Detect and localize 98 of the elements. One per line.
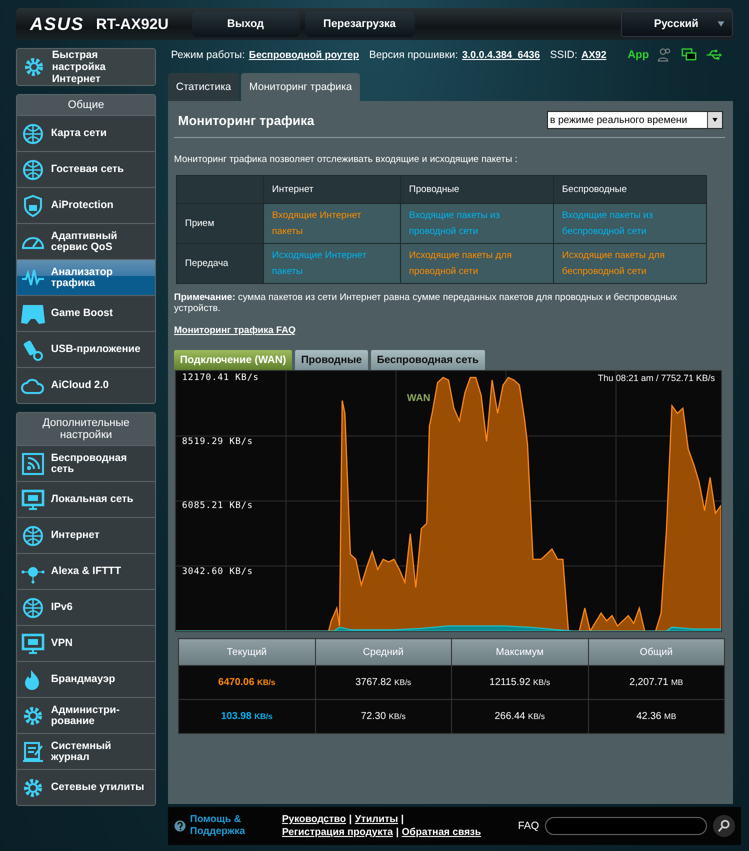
description: Мониторинг трафика позволяет отслеживать входящие и исходящие пакеты : [174,154,518,165]
search-icon [717,819,731,833]
table-cell: 103.98 KB/s [178,700,315,734]
sidebar-item[interactable]: VPN [17,625,155,661]
faq-search-field[interactable] [545,817,707,835]
table-cell: 42.36 MB [588,700,724,734]
sidebar-item[interactable]: Администри-рование [17,697,155,733]
document-icon [21,740,45,764]
monitors-icon [681,47,697,63]
table-cell: 2,207.71 MB [588,666,724,700]
column-header: Интернет [264,176,400,204]
sidebar-item[interactable]: Беспроводная сеть [17,445,155,481]
table-cell: Исходящие пакеты для беспроводной сети [554,244,706,284]
faq-link[interactable]: Мониторинг трафика FAQ [174,325,296,336]
note-text: Примечание: сумма пакетов из сети Интернет равна сумме переданных пакетов для проводных и беспроводных устройств. [174,292,678,314]
chart-tab[interactable]: Беспроводная сеть [370,350,485,370]
people-icon [657,47,673,63]
mode-label: Режим работы: [171,49,245,61]
timestamp-label: Thu 08:21 am / 7752.71 KB/s [598,373,715,383]
faq-label: FAQ [518,820,539,832]
sidebar-item[interactable]: AiCloud 2.0 [17,367,155,403]
search-button[interactable] [713,815,735,837]
column-header: Беспроводные [554,176,706,204]
sidebar-item[interactable]: Интернет [17,517,155,553]
axis-label: 8519.29 KB/s [182,437,254,447]
sidebar-item[interactable]: Карта сети [17,115,155,151]
column-header: Текущий [178,638,315,666]
table-cell: 72.30 KB/s [315,700,452,734]
footer-link[interactable]: Руководство [282,814,346,825]
monitor-icon [21,632,45,656]
sidebar-item[interactable]: USB-приложение [17,331,155,367]
sidebar-item[interactable]: Системный журнал [17,733,155,769]
panel-title: Мониторинг трафика [178,112,314,128]
quick-setup-button[interactable]: Быстрая настройка Интернет [16,48,156,86]
table-cell: Исходящие пакеты для проводной сети [400,244,554,284]
table-cell: 266.44 KB/s [452,700,588,734]
footer-link[interactable]: Обратная связь [402,827,482,838]
table-cell: 12115.92 KB/s [452,666,588,700]
series-label: WAN [407,393,430,404]
language-dropdown[interactable]: Русский [621,11,733,37]
shield-icon [21,194,45,218]
sidebar-item[interactable]: AiProtection [17,187,155,223]
tab[interactable]: Мониторинг трафика [241,73,360,101]
caret-icon [711,117,719,123]
sidebar-item[interactable]: Alexa & IFTTT [17,553,155,589]
table-cell: 3767.82 KB/s [315,666,452,700]
globe-icon [21,122,45,146]
footer-link[interactable]: Регистрация продукта [282,827,393,838]
section-title: Дополнительные настройки [17,413,155,445]
row-header: Передача [176,244,264,284]
axis-label: 3042.60 KB/s [182,567,254,577]
reboot-button[interactable]: Перезагрузка [304,11,415,37]
mode-link[interactable]: Беспроводной роутер [248,50,360,60]
sidebar-item[interactable]: IPv6 [17,589,155,625]
axis-label: 6085.21 KB/s [182,501,254,511]
sidebar-item[interactable]: Анализатор трафика [17,259,155,295]
sidebar-item[interactable]: Брандмауэр [17,661,155,697]
ssid-link[interactable]: AX92 [581,50,606,60]
table-cell: 6470.06 KB/s [178,666,315,700]
model-name: RT-AX92U [96,16,169,32]
tab[interactable]: Статистика [168,73,240,101]
sidebar-item[interactable]: Локальная сеть [17,481,155,517]
table-cell: Входящие Интернет пакеты [264,204,400,244]
help-link[interactable]: Помощь & Поддержка [190,814,270,838]
firmware-link[interactable]: 3.0.0.4.384_6436 [462,50,540,60]
table-cell: Входящие пакеты из проводной сети [400,204,554,244]
sidebar-item[interactable]: Сетевые утилиты [17,769,155,805]
gear-icon [22,55,46,79]
table-cell: Входящие пакеты из беспроводной сети [554,204,706,244]
firmware-label: Версия прошивки: [369,49,458,61]
section-title: Общие [17,95,155,115]
caret-icon [716,20,726,28]
logo: ASUS [30,14,84,34]
help-icon [174,820,186,832]
wifi-icon [21,452,45,476]
axis-label: 12170.41 KB/s [182,373,259,383]
table-cell: Исходящие Интернет пакеты [264,244,400,284]
column-header: Средний [315,638,452,666]
quick-setup-label: Быстрая настройка Интернет [52,49,107,85]
link-separator: | [349,814,352,825]
logout-button[interactable]: Выход [192,11,300,37]
sidebar-item[interactable]: Game Boost [17,295,155,331]
column-header: Проводные [400,176,554,204]
footer-link[interactable]: Утилиты [354,814,398,825]
link-separator: | [401,814,404,825]
globe-icon [21,596,45,620]
globe-icon [21,158,45,182]
monitor-icon [21,488,45,512]
sidebar-item[interactable]: Гостевая сеть [17,151,155,187]
chart-tab[interactable]: Проводные [295,350,368,370]
column-header: Общий [588,638,724,666]
globe-icon [21,524,45,548]
row-header: Прием [176,204,264,244]
link-separator: | [396,827,399,838]
ssid-label: SSID: [550,49,578,61]
app-link[interactable]: App [628,49,649,61]
column-header: Максимум [452,638,588,666]
mode-dropdown[interactable]: в режиме реального времени [547,111,723,129]
